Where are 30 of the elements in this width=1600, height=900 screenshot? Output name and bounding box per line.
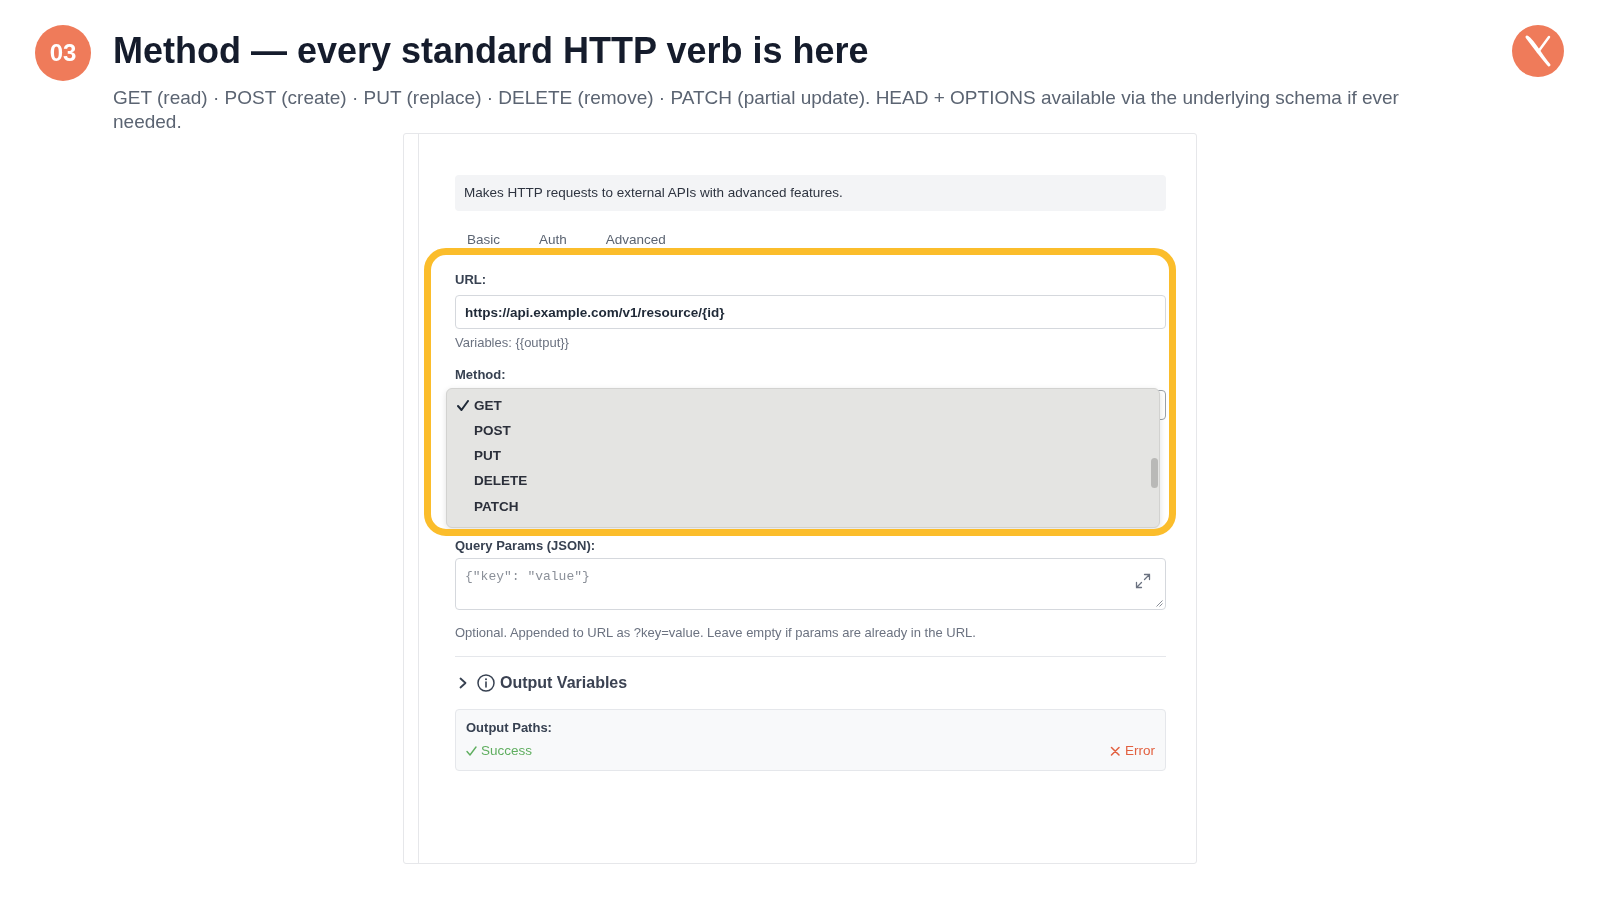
- output-variables-toggle[interactable]: Output Variables: [455, 672, 628, 694]
- tab[interactable]: Advanced: [593, 230, 678, 250]
- dropdown-option[interactable]: DELETE: [447, 468, 1149, 495]
- query-params-field[interactable]: {"key": "value"}: [455, 558, 1166, 610]
- field-label: Method:: [455, 366, 507, 384]
- dropdown-option[interactable]: PUT: [447, 443, 1149, 469]
- tab[interactable]: Auth: [527, 230, 579, 250]
- success-label: Success: [481, 742, 533, 760]
- field-hint: Variables: {{output}}: [455, 334, 570, 352]
- close-icon: [1110, 745, 1121, 757]
- field-label: URL:: [455, 271, 488, 289]
- slide-title: Method — every standard HTTP verb is here: [113, 31, 869, 71]
- logo-icon: [1512, 25, 1564, 77]
- check-icon: [466, 745, 477, 757]
- error-label: Error: [1125, 742, 1155, 760]
- field-label: Query Params (JSON):: [455, 537, 597, 555]
- info-icon: [477, 674, 495, 692]
- scrollbar-thumb[interactable]: [1151, 458, 1158, 488]
- expand-icon[interactable]: [1135, 573, 1151, 589]
- field-hint: Optional. Appended to URL as ?key=value. Leave empty if params are already in the URL.: [455, 624, 977, 642]
- dropdown-option[interactable]: GET: [447, 393, 1149, 419]
- description-text: Makes HTTP requests to external APIs with advanced features.: [455, 175, 1166, 211]
- resize-grip-icon[interactable]: [1156, 600, 1163, 607]
- slide-subtitle: GET (read) · POST (create) · PUT (replace) · DELETE (remove) · PATCH (partial update). HEAD + OPTIONS available via the underlying schema if ever needed.: [113, 86, 1400, 134]
- dropdown-option[interactable]: POST: [447, 418, 1149, 444]
- dropdown-option[interactable]: PATCH: [447, 494, 1149, 520]
- tab[interactable]: Basic: [455, 230, 512, 250]
- step-badge: 03: [35, 25, 91, 81]
- output-paths-label: Output Paths:: [466, 719, 553, 737]
- url-field[interactable]: https://api.example.com/v1/resource/{id}: [455, 295, 1166, 329]
